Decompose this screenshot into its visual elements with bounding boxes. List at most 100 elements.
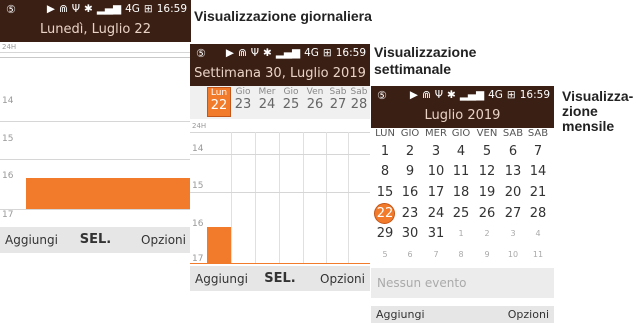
month-day[interactable]: 14 [526,164,550,179]
weekday-header: MER [425,128,447,139]
battery-icon: ⊞ [143,3,153,15]
time-top-divider [0,57,191,58]
bug-icon: ✱ [447,89,456,101]
month-day[interactable]: 10 [424,164,448,179]
hour-line [0,209,191,210]
month-day[interactable]: 9 [475,250,499,259]
month-day[interactable]: 31 [424,226,448,241]
month-day[interactable]: 18 [449,185,473,200]
month-day[interactable]: 7 [424,250,448,259]
caption-monthly-line1: Visualizza- [562,88,634,104]
week-day[interactable]: Ven 26 [303,87,327,112]
options-softkey[interactable]: Opzioni [141,233,186,247]
month-day[interactable]: 2 [475,229,499,238]
clock: 16:59 [335,47,366,59]
month-day[interactable]: 2 [398,144,422,159]
month-day[interactable]: 4 [449,144,473,159]
options-softkey[interactable]: Opzioni [508,308,549,321]
month-day[interactable]: 3 [501,229,525,238]
week-day-monday[interactable]: Lun 22 [207,87,231,117]
softkey-bar: Aggiungi SEL. Opzioni [190,266,370,291]
month-day[interactable]: 13 [501,164,525,179]
month-day[interactable]: 23 [398,206,422,221]
month-day[interactable]: 6 [398,250,422,259]
month-day-today[interactable]: 22 [373,206,397,221]
month-day[interactable]: 3 [424,144,448,159]
month-day[interactable]: 21 [526,185,550,200]
monthly-view-screen: ⑤ ▶ ⋒ Ψ ✱ ▂▄▆ 4G ⊞ 16:59 Luglio 2019 LUN GIO ME… [371,86,554,323]
month-day[interactable]: 10 [501,250,525,259]
month-day[interactable]: 17 [424,185,448,200]
month-day[interactable]: 12 [475,164,499,179]
caption-monthly-line2: zione [562,103,598,119]
day-column-divider [303,132,304,264]
event-block[interactable] [207,227,231,263]
usb-icon: Ψ [71,3,81,15]
weekday-header: SAB [502,128,524,139]
status-icons: ▶ ⋒ Ψ ✱ ▂▄▆ 4G ⊞ 16:59 [406,89,550,101]
weekly-view-screen: ⑤ ▶ ⋒ Ψ ✱ ▂▄▆ 4G ⊞ 16:59 Settimana 30, Luglio 2… [190,44,370,291]
month-day[interactable]: 1 [373,144,397,159]
allday-divider [0,52,191,53]
month-day[interactable]: 28 [526,206,550,221]
daily-view-screen: ⑤ ▶ ⋒ Ψ ✱ ▂▄▆ 4G ⊞ 16:59 Lunedì, Luglio 22 24H … [0,0,191,262]
month-day[interactable]: 1 [449,229,473,238]
month-day[interactable]: 9 [398,164,422,179]
week-day[interactable]: Sab 27 [326,87,350,112]
month-day[interactable]: 24 [424,206,448,221]
month-day[interactable]: 29 [373,226,397,241]
month-day[interactable]: 8 [449,250,473,259]
clock: 16:59 [156,3,187,15]
hour-label: 14 [192,144,204,154]
day-column-divider [326,132,327,264]
hour-label: 15 [2,134,14,144]
add-softkey[interactable]: Aggiungi [376,308,425,321]
play-icon: ▶ [409,89,418,101]
weekday-header: GIO [451,128,471,139]
day-column-divider [255,132,256,264]
month-day[interactable]: 6 [501,144,525,159]
headset-icon: ⋒ [421,89,431,101]
hour-line [190,192,370,193]
month-day[interactable]: 25 [449,206,473,221]
month-day[interactable]: 20 [501,185,525,200]
status-bar: ⑤ ▶ ⋒ Ψ ✱ ▂▄▆ 4G ⊞ 16:59 [371,86,554,105]
month-day[interactable]: 11 [449,164,473,179]
month-day[interactable]: 26 [475,206,499,221]
notification-icon: ⑤ [377,89,387,102]
hour-label: 16 [2,171,14,181]
page-title: Luglio 2019 [371,105,554,128]
month-day[interactable]: 4 [526,229,550,238]
hour-line [0,121,191,122]
hour-line [0,159,191,160]
allday-label: 24H [192,122,207,130]
month-day[interactable]: 8 [373,164,397,179]
week-day[interactable]: Sab 28 [348,87,370,112]
softkey-bar: Aggiungi Opzioni [371,306,554,323]
month-day[interactable]: 5 [475,144,499,159]
caption-weekly-line2: settimanale [374,61,452,77]
caption-weekly-line1: Visualizzazione [374,44,477,60]
event-block[interactable] [26,178,191,209]
week-day[interactable]: Gio 23 [231,87,255,112]
month-day[interactable]: 30 [398,226,422,241]
week-day[interactable]: Gio 25 [279,87,303,112]
month-day[interactable]: 19 [475,185,499,200]
bug-icon: ✱ [84,3,93,15]
options-softkey[interactable]: Opzioni [320,272,365,286]
month-day[interactable]: 5 [373,250,397,259]
month-day[interactable]: 15 [373,185,397,200]
hour-line [190,154,370,155]
hour-label: 15 [192,181,204,191]
weekday-header: GIO [400,128,420,139]
month-day[interactable]: 11 [526,250,550,259]
month-day[interactable]: 27 [501,206,525,221]
month-day[interactable]: 7 [526,144,550,159]
weekday-header: LUN [375,128,395,139]
signal-icon: ▂▄▆ [275,47,301,59]
week-day[interactable]: Mer 24 [255,87,279,112]
allday-divider [190,132,370,133]
month-day[interactable]: 16 [398,185,422,200]
page-title: Settimana 30, Luglio 2019 [190,63,370,86]
status-bar: ⑤ ▶ ⋒ Ψ ✱ ▂▄▆ 4G ⊞ 16:59 [190,44,370,63]
